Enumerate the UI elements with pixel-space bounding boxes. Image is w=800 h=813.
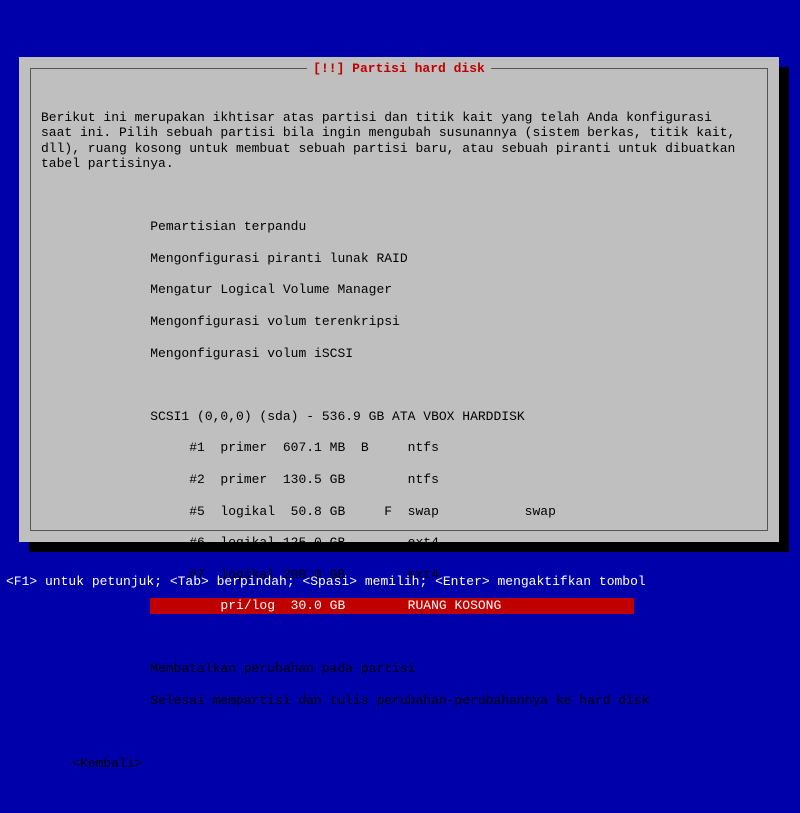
intro-text: Berikut ini merupakan ikhtisar atas part… xyxy=(41,110,757,172)
menu-lvm-label: Mengatur Logical Volume Manager xyxy=(150,282,392,297)
title-wrap: [!!] Partisi hard disk xyxy=(31,61,767,77)
help-footer: <F1> untuk petunjuk; <Tab> berpindah; <S… xyxy=(6,574,646,590)
menu-iscsi[interactable]: Mengonfigurasi volum iSCSI xyxy=(41,346,757,362)
partition-6-label: #6 logikal 125.0 GB ext4 xyxy=(150,535,439,550)
partition-1[interactable]: #1 primer 607.1 MB B ntfs xyxy=(41,440,757,456)
blank xyxy=(41,188,757,204)
menu-undo-label: Membatalkan perubahan pada partisi xyxy=(150,661,415,676)
partition-5-label: #5 logikal 50.8 GB F swap swap xyxy=(150,504,556,519)
menu-finish-label: Selesai mempartisi dan tulis perubahan-p… xyxy=(150,693,649,708)
menu-guided-label: Pemartisian terpandu xyxy=(150,219,306,234)
partition-6[interactable]: #6 logikal 125.0 GB ext4 xyxy=(41,535,757,551)
partition-free-selected[interactable]: pri/log 30.0 GB RUANG KOSONG xyxy=(41,598,757,614)
menu-lvm[interactable]: Mengatur Logical Volume Manager xyxy=(41,282,757,298)
dialog-content: Berikut ini merupakan ikhtisar atas part… xyxy=(31,69,767,813)
menu-finish[interactable]: Selesai mempartisi dan tulis perubahan-p… xyxy=(41,693,757,709)
blank xyxy=(41,630,757,646)
blank xyxy=(41,725,757,741)
partition-free-label: pri/log 30.0 GB RUANG KOSONG xyxy=(150,598,634,614)
back-button[interactable]: <Kembali> xyxy=(41,756,757,772)
dialog-title: [!!] Partisi hard disk xyxy=(307,61,491,77)
disk-header[interactable]: SCSI1 (0,0,0) (sda) - 536.9 GB ATA VBOX … xyxy=(41,409,757,425)
menu-undo[interactable]: Membatalkan perubahan pada partisi xyxy=(41,661,757,677)
partition-2[interactable]: #2 primer 130.5 GB ntfs xyxy=(41,472,757,488)
menu-guided[interactable]: Pemartisian terpandu xyxy=(41,219,757,235)
partition-2-label: #2 primer 130.5 GB ntfs xyxy=(150,472,439,487)
menu-iscsi-label: Mengonfigurasi volum iSCSI xyxy=(150,346,353,361)
window-border: [!!] Partisi hard disk Berikut ini merup… xyxy=(30,68,768,531)
dialog-window: [!!] Partisi hard disk Berikut ini merup… xyxy=(19,57,779,542)
menu-raid[interactable]: Mengonfigurasi piranti lunak RAID xyxy=(41,251,757,267)
blank xyxy=(41,377,757,393)
partition-1-label: #1 primer 607.1 MB B ntfs xyxy=(150,440,439,455)
menu-encrypted-label: Mengonfigurasi volum terenkripsi xyxy=(150,314,400,329)
menu-raid-label: Mengonfigurasi piranti lunak RAID xyxy=(150,251,407,266)
menu-encrypted[interactable]: Mengonfigurasi volum terenkripsi xyxy=(41,314,757,330)
back-button-label: <Kembali> xyxy=(72,756,142,771)
partition-5[interactable]: #5 logikal 50.8 GB F swap swap xyxy=(41,504,757,520)
disk-header-label: SCSI1 (0,0,0) (sda) - 536.9 GB ATA VBOX … xyxy=(150,409,524,424)
